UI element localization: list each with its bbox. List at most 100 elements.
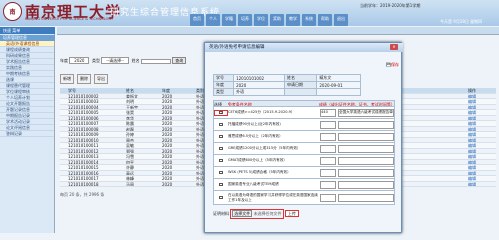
table-cell: 121010100018: [68, 181, 99, 186]
upload-row: 证明材料 选择文件 未选择任何文件 上传: [213, 209, 299, 219]
toolbar: 新增 删除 导出: [60, 74, 108, 84]
edit-link[interactable]: 编辑: [468, 149, 496, 153]
toolbar-button[interactable]: 删除: [77, 74, 91, 84]
condition-table: 选择 免考条件名称 成绩（或出证件名称、证书、考试时间等） ✓ CET6成绩>=425分…: [213, 100, 395, 205]
nav-item[interactable]: 培养: [238, 14, 252, 26]
dialog-title: 英语/外语免考申请信息编辑: [205, 43, 403, 52]
table-cell: 赵磊: [126, 126, 134, 131]
save-button[interactable]: 💾保存: [386, 62, 399, 68]
column-header: 学号: [68, 88, 76, 93]
edit-link[interactable]: 编辑: [468, 110, 496, 114]
nav-item[interactable]: 学籍: [222, 14, 236, 26]
condition-checkbox[interactable]: [219, 195, 223, 200]
table-cell: [60, 121, 68, 126]
condition-name: 国家英语专业八级考试TEM成绩: [228, 182, 279, 186]
condition-checkbox[interactable]: ✓: [219, 110, 223, 115]
edit-link[interactable]: 编辑: [468, 116, 496, 120]
certificate-input[interactable]: [338, 132, 394, 141]
table-cell: [60, 94, 68, 99]
nav-item[interactable]: 个人: [206, 14, 220, 26]
toolbar-button[interactable]: 新增: [60, 74, 74, 84]
score-input[interactable]: [320, 193, 336, 202]
nav-item[interactable]: 首页: [190, 14, 204, 26]
upload-button[interactable]: 上传: [284, 210, 299, 217]
table-cell: 吴敏: [126, 143, 134, 148]
exemption-dialog: 英语/外语免考申请信息编辑 ✕ 💾保存 学号 12010101002 姓名 臧东文 年度…: [204, 42, 403, 233]
table-cell: 何平: [126, 159, 134, 164]
score-input[interactable]: 440: [320, 108, 336, 117]
edit-link[interactable]: 编辑: [468, 154, 496, 158]
sidebar-header: 快速 菜单: [0, 27, 55, 34]
university-logo: 南: [3, 2, 22, 21]
condition-column-header: 成绩（或出证件名称、证书、考试时间等）: [318, 102, 394, 106]
info-value: 外语: [233, 88, 285, 96]
nav-item[interactable]: 学位: [254, 14, 268, 26]
certificate-input[interactable]: [338, 144, 394, 153]
table-cell: [60, 149, 68, 154]
table-cell: [60, 165, 68, 170]
nav-item[interactable]: 教学: [286, 14, 300, 26]
info-value: [316, 88, 361, 96]
table-cell: 陈晨: [126, 121, 134, 126]
condition-row: GRE成绩1200分以上或315分（5年内有效）: [213, 143, 395, 155]
name-input[interactable]: [140, 58, 171, 64]
condition-checkbox[interactable]: [219, 182, 223, 187]
table-cell: [60, 138, 68, 143]
type-select[interactable]: --请选择--: [101, 57, 130, 64]
table-cell: 郑强: [126, 148, 134, 153]
condition-checkbox[interactable]: [219, 170, 223, 175]
condition-checkbox[interactable]: [219, 146, 223, 151]
condition-row: 在以英语为母语的国家学习并获得学位或在英语国家连续工作1年及以上: [213, 191, 395, 205]
edit-link[interactable]: 编辑: [468, 138, 496, 142]
nav-item[interactable]: 帮助: [318, 14, 332, 26]
condition-checkbox[interactable]: [219, 134, 223, 139]
info-row: 学号 12010101002 姓名 臧东文: [212, 74, 361, 82]
certificate-input[interactable]: [338, 156, 394, 165]
edit-link[interactable]: 编辑: [468, 127, 496, 131]
score-input[interactable]: [320, 144, 336, 153]
table-cell: 孙婷: [126, 132, 134, 137]
file-picker: 选择文件 未选择任何文件: [230, 209, 284, 219]
toolbar-button[interactable]: 导出: [94, 74, 108, 84]
condition-checkbox[interactable]: [219, 122, 223, 127]
score-input[interactable]: [320, 180, 336, 189]
edit-link[interactable]: 编辑: [468, 171, 496, 175]
nav-item[interactable]: 系统: [302, 14, 316, 26]
column-header: 操作: [468, 88, 476, 93]
score-input[interactable]: [320, 168, 336, 177]
edit-link[interactable]: 编辑: [468, 143, 496, 147]
edit-link[interactable]: 编辑: [468, 121, 496, 125]
certificate-input[interactable]: 全国大学英语六级考试成绩报告单: [338, 108, 394, 117]
column-header: [60, 88, 68, 93]
score-input[interactable]: [320, 120, 336, 129]
score-input[interactable]: [320, 132, 336, 141]
pager: 每页 20 条，共 2996 条: [60, 192, 105, 197]
certificate-input[interactable]: [338, 180, 394, 189]
nav-item[interactable]: 退出: [334, 14, 348, 26]
choose-file-button[interactable]: 选择文件: [232, 210, 253, 217]
table-cell: 2020: [162, 143, 173, 148]
edit-link[interactable]: 编辑: [468, 182, 496, 186]
table-cell: 121010100013: [68, 154, 99, 159]
query-button[interactable]: 查询: [172, 57, 187, 64]
edit-link[interactable]: 编辑: [468, 132, 496, 136]
edit-link[interactable]: 编辑: [468, 176, 496, 180]
year-select[interactable]: 2020: [69, 57, 90, 64]
table-cell: 2020: [162, 159, 173, 164]
sidebar-item[interactable]: 答辩记录: [0, 131, 54, 137]
edit-link[interactable]: 编辑: [468, 94, 496, 98]
close-icon[interactable]: ✕: [390, 44, 398, 50]
table-cell: 121010100010: [68, 137, 99, 142]
table-cell: 121010100012: [68, 148, 99, 153]
edit-link[interactable]: 编辑: [468, 105, 496, 109]
certificate-input[interactable]: [338, 168, 394, 177]
score-input[interactable]: [320, 156, 336, 165]
edit-link[interactable]: 编辑: [468, 160, 496, 164]
edit-link[interactable]: 编辑: [468, 165, 496, 169]
certificate-input[interactable]: [338, 193, 394, 202]
nav-item[interactable]: 奖助: [270, 14, 284, 26]
condition-checkbox[interactable]: [219, 158, 223, 163]
edit-link[interactable]: 编辑: [468, 99, 496, 103]
table-cell: [60, 182, 68, 187]
certificate-input[interactable]: [338, 120, 394, 129]
